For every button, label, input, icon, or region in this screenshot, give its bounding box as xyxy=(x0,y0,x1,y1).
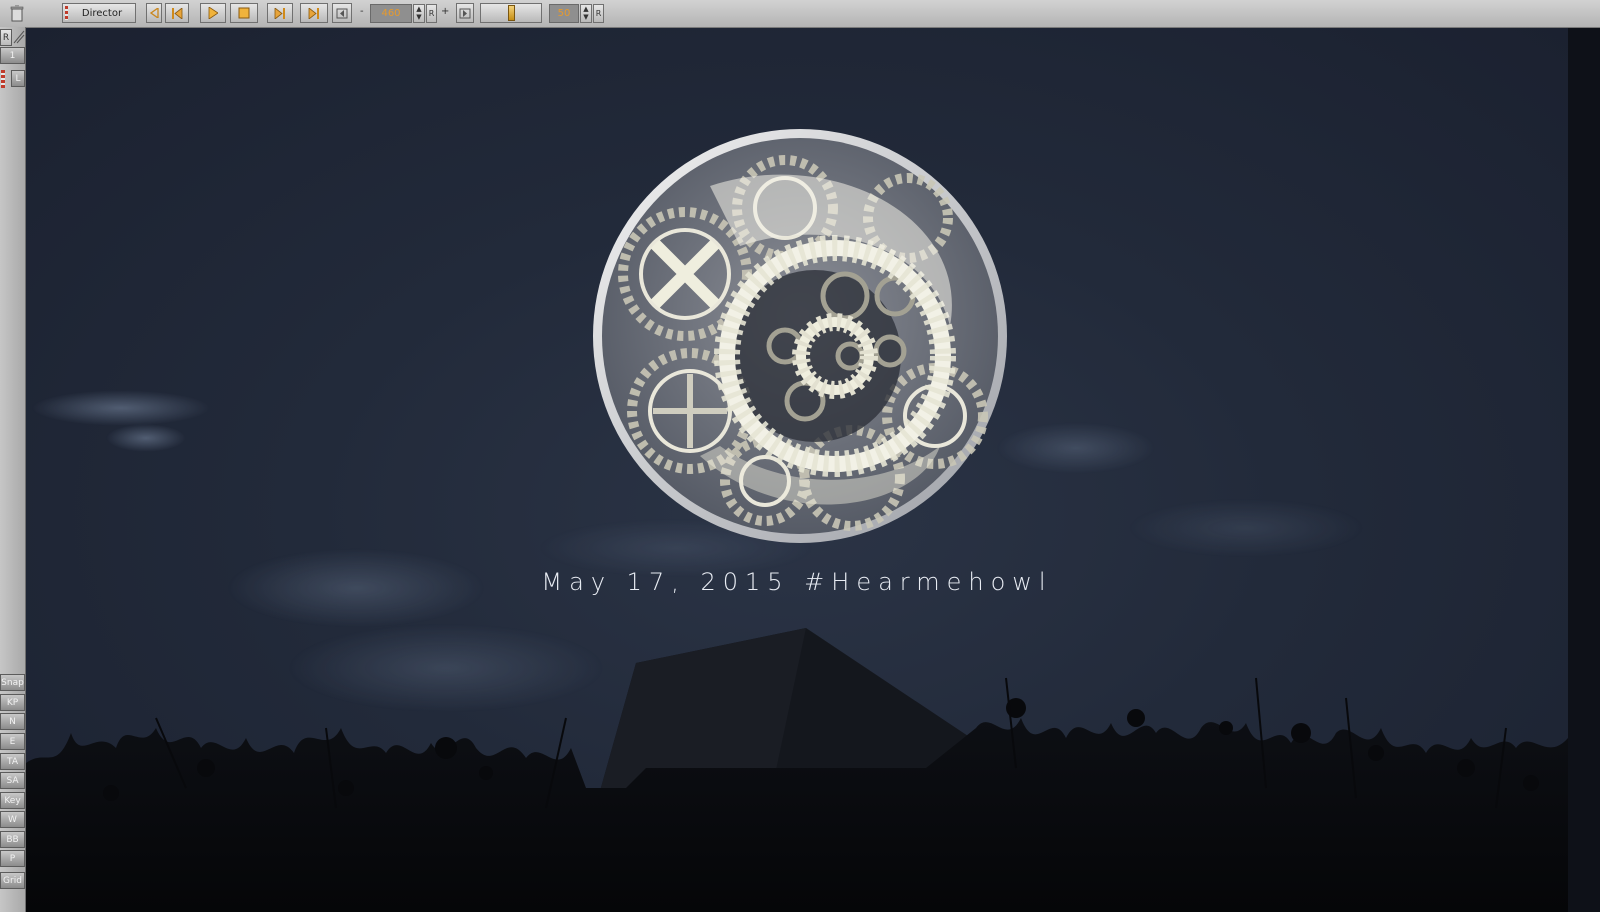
stop-icon[interactable] xyxy=(230,3,258,23)
layer-number-button[interactable]: 1 xyxy=(0,47,25,64)
sidebar-w-button[interactable]: W xyxy=(0,811,25,828)
frame-forward-icon[interactable] xyxy=(456,3,474,23)
next-frame-icon[interactable] xyxy=(267,3,293,23)
frame-field[interactable]: 460 xyxy=(370,4,412,23)
sidebar-key-button[interactable]: Key xyxy=(0,792,25,809)
sidebar-r-button[interactable]: R xyxy=(0,29,12,46)
layer-lock-button[interactable]: L xyxy=(11,70,25,87)
scene-viewport[interactable]: May 17, 2015 #Hearmehowl xyxy=(26,28,1568,912)
left-sidebar: R 1 L Snap KP N E TA SA Key W BB P Grid xyxy=(0,27,26,912)
sidebar-p-button[interactable]: P xyxy=(0,850,25,867)
sidebar-kp-button[interactable]: KP xyxy=(0,694,25,711)
sidebar-sa-button[interactable]: SA xyxy=(0,772,25,789)
sidebar-n-button[interactable]: N xyxy=(0,713,25,730)
slider-handle-icon xyxy=(507,5,515,21)
go-end-icon[interactable] xyxy=(300,3,328,23)
step-spinner[interactable]: ▲ ▼ xyxy=(580,4,592,23)
mode-handle-icon xyxy=(65,6,68,20)
right-gutter xyxy=(1568,28,1600,912)
mode-selector[interactable]: Director xyxy=(62,3,136,23)
plus-label: + xyxy=(441,6,450,17)
frame-spinner[interactable]: ▲ ▼ xyxy=(413,4,425,23)
play-icon[interactable] xyxy=(200,3,226,23)
sidebar-snap-button[interactable]: Snap xyxy=(0,674,25,691)
gear-clock-emblem xyxy=(593,129,1007,543)
draw-tool-icon[interactable] xyxy=(13,29,25,44)
layer-handle-icon xyxy=(1,70,5,88)
sidebar-grid-button[interactable]: Grid xyxy=(0,872,25,889)
sidebar-bb-button[interactable]: BB xyxy=(0,831,25,848)
step-reset-button[interactable]: R xyxy=(593,4,604,23)
minus-label: - xyxy=(360,6,364,17)
sidebar-ta-button[interactable]: TA xyxy=(0,753,25,770)
mode-label: Director xyxy=(81,7,123,19)
event-caption: May 17, 2015 #Hearmehowl xyxy=(541,568,1053,596)
frame-reset-button[interactable]: R xyxy=(426,4,437,23)
prev-key-icon[interactable] xyxy=(146,3,162,23)
trash-icon[interactable] xyxy=(6,3,28,23)
frame-jump-icon[interactable] xyxy=(332,3,352,23)
go-start-icon[interactable] xyxy=(165,3,189,23)
sidebar-e-button[interactable]: E xyxy=(0,733,25,750)
step-field[interactable]: 50 xyxy=(549,4,579,23)
time-slider[interactable] xyxy=(480,3,542,23)
toolbar: Director - 460 ▲ ▼ R + 50 ▲ ▼ R xyxy=(0,0,1600,28)
